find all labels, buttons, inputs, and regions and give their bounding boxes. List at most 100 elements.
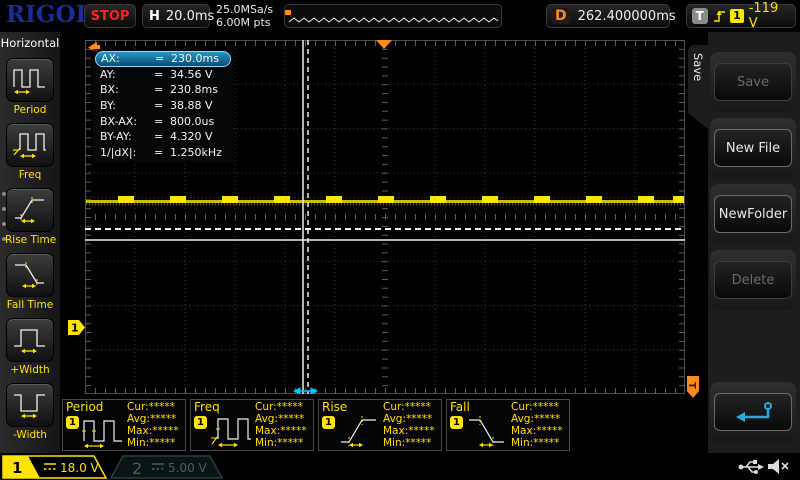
horizontal-measure-menu: Horizontal Period Freq [0, 32, 60, 455]
trigger-level-marker[interactable]: T [686, 376, 700, 399]
channel-badge: 1 [194, 416, 207, 429]
rise-time-icon [12, 195, 48, 225]
trigger-label: T [692, 8, 708, 24]
waveform-preview-icon [285, 5, 501, 27]
left-menu-title: Horizontal [0, 32, 60, 50]
stat-min: Min:***** [127, 437, 179, 449]
menu-item-freq[interactable]: Freq [5, 123, 55, 181]
menu-item-label: Freq [5, 169, 55, 181]
horizontal-label: H [149, 9, 160, 24]
measure-panel-rise[interactable]: Rise 1 Cur:***** Avg:***** Max:***** Min… [318, 399, 442, 451]
channel2-chip[interactable]: 2 5.00 V [108, 455, 230, 479]
trigger-slope-icon [713, 8, 726, 24]
stat-cur: Cur:***** [127, 401, 179, 413]
new-folder-button[interactable]: NewFolder [714, 195, 792, 233]
speaker-muted-icon [766, 456, 790, 477]
stat-min: Min:***** [383, 437, 435, 449]
measure-panel-freq[interactable]: Freq 1 Cur:***** Avg:***** Max:***** Min… [190, 399, 314, 451]
channel1-ground-marker[interactable]: 1 [68, 319, 86, 336]
timebase-value: 20.0ms [166, 9, 214, 24]
menu-item-label: +Width [5, 364, 55, 376]
stat-avg: Avg:***** [383, 413, 435, 425]
channel1-number: 1 [12, 459, 22, 477]
usb-icon [738, 458, 764, 476]
measure-panel-period[interactable]: Period 1 Cur:***** Avg:***** Max:***** M… [62, 399, 186, 451]
save-menu-tab: Save [688, 45, 708, 129]
memory-depth: 6.00M pts [216, 16, 273, 29]
freq-icon [12, 130, 48, 160]
menu-item-period[interactable]: Period [5, 58, 55, 116]
measure-panel-fall[interactable]: Fall 1 Cur:***** Avg:***** Max:***** Min… [446, 399, 570, 451]
channel-status-bar: 1 18.0 V 2 5.00 V [0, 453, 800, 480]
oscilloscope-screen: RIGOL STOP H 20.0ms 25.0MSa/s 6.00M pts … [0, 0, 800, 480]
stat-min: Min:***** [511, 437, 563, 449]
waveform-preview-strip[interactable] [284, 4, 502, 28]
return-arrow-icon [730, 401, 776, 423]
cursor-row-ax[interactable]: AX: = 230.0ms [95, 51, 231, 67]
fall-time-icon [12, 260, 48, 290]
acquisition-info: 25.0MSa/s 6.00M pts [216, 3, 273, 29]
trigger-source-badge: 1 [730, 9, 744, 23]
stat-cur: Cur:***** [383, 401, 435, 413]
stat-cur: Cur:***** [511, 401, 563, 413]
menu-item-pos-width[interactable]: +Width [5, 318, 55, 376]
menu-item-fall-time[interactable]: Fall Time [5, 253, 55, 311]
menu-item-label: Fall Time [5, 299, 55, 311]
stat-min: Min:***** [255, 437, 307, 449]
freq-wave-icon [210, 413, 252, 449]
fall-wave-icon [466, 413, 508, 449]
pos-width-icon [12, 325, 48, 355]
channel-badge: 1 [450, 416, 463, 429]
rise-wave-icon [338, 413, 380, 449]
rigol-logo: RIGOL [6, 1, 92, 28]
stat-max: Max:***** [255, 425, 307, 437]
channel1-trace [86, 196, 684, 205]
delay-offset-box[interactable]: D 262.400000ms [546, 4, 670, 28]
stat-cur: Cur:***** [255, 401, 307, 413]
stat-max: Max:***** [383, 425, 435, 437]
cursor-row-bx[interactable]: BX: = 230.8ms [95, 82, 231, 98]
stat-avg: Avg:***** [255, 413, 307, 425]
menu-item-label: Period [5, 104, 55, 116]
run-state-label: STOP [91, 9, 130, 24]
stat-avg: Avg:***** [127, 413, 179, 425]
menu-item-label: -Width [5, 429, 55, 441]
period-icon [12, 65, 48, 95]
channel2-scale: 5.00 V [168, 461, 208, 475]
horizontal-timebase-box[interactable]: H 20.0ms [142, 4, 210, 28]
stat-max: Max:***** [127, 425, 179, 437]
menu-item-neg-width[interactable]: -Width [5, 383, 55, 441]
cursor-row-inv-dx[interactable]: 1/|dX|: = 1.250kHz [95, 145, 231, 161]
menu-scroll-indicator [2, 192, 6, 241]
save-tab-label: Save [691, 53, 705, 129]
stat-avg: Avg:***** [511, 413, 563, 425]
sample-rate: 25.0MSa/s [216, 3, 273, 16]
menu-item-label: Rise Time [5, 234, 55, 246]
channel2-number: 2 [132, 459, 142, 478]
back-button[interactable] [714, 393, 792, 431]
cursor-row-by-ay[interactable]: BY-AY: = 4.320 V [95, 129, 231, 145]
save-button: Save [714, 63, 792, 101]
cursor-row-bx-ax[interactable]: BX-AX: = 800.0us [95, 113, 231, 129]
channel1-scale: 18.0 V [60, 461, 100, 475]
menu-item-rise-time[interactable]: Rise Time [5, 188, 55, 246]
cursor-row-by[interactable]: BY: = 38.88 V [95, 98, 231, 114]
delay-label: D [552, 8, 570, 24]
cursor-row-ay[interactable]: AY: = 34.56 V [95, 67, 231, 83]
trigger-position-marker[interactable] [376, 40, 392, 49]
period-wave-icon [82, 413, 124, 449]
new-file-button[interactable]: New File [714, 129, 792, 167]
neg-width-icon [12, 390, 48, 420]
trigger-info-box[interactable]: T 1 -119 V [686, 4, 796, 28]
channel-badge: 1 [322, 416, 335, 429]
channel-badge: 1 [66, 416, 79, 429]
delay-value: 262.400000ms [578, 9, 676, 24]
cursor-readout-panel: AX: = 230.0ms AY: = 34.56 V BX: = 230.8m… [93, 49, 233, 162]
channel1-chip[interactable]: 1 18.0 V [2, 455, 114, 479]
top-status-bar: RIGOL STOP H 20.0ms 25.0MSa/s 6.00M pts … [0, 0, 800, 32]
trigger-level-value: -119 V [749, 1, 790, 31]
run-state-badge[interactable]: STOP [84, 4, 136, 28]
delete-button: Delete [714, 261, 792, 299]
svg-text:1: 1 [71, 322, 79, 335]
svg-text:T: T [686, 382, 697, 389]
